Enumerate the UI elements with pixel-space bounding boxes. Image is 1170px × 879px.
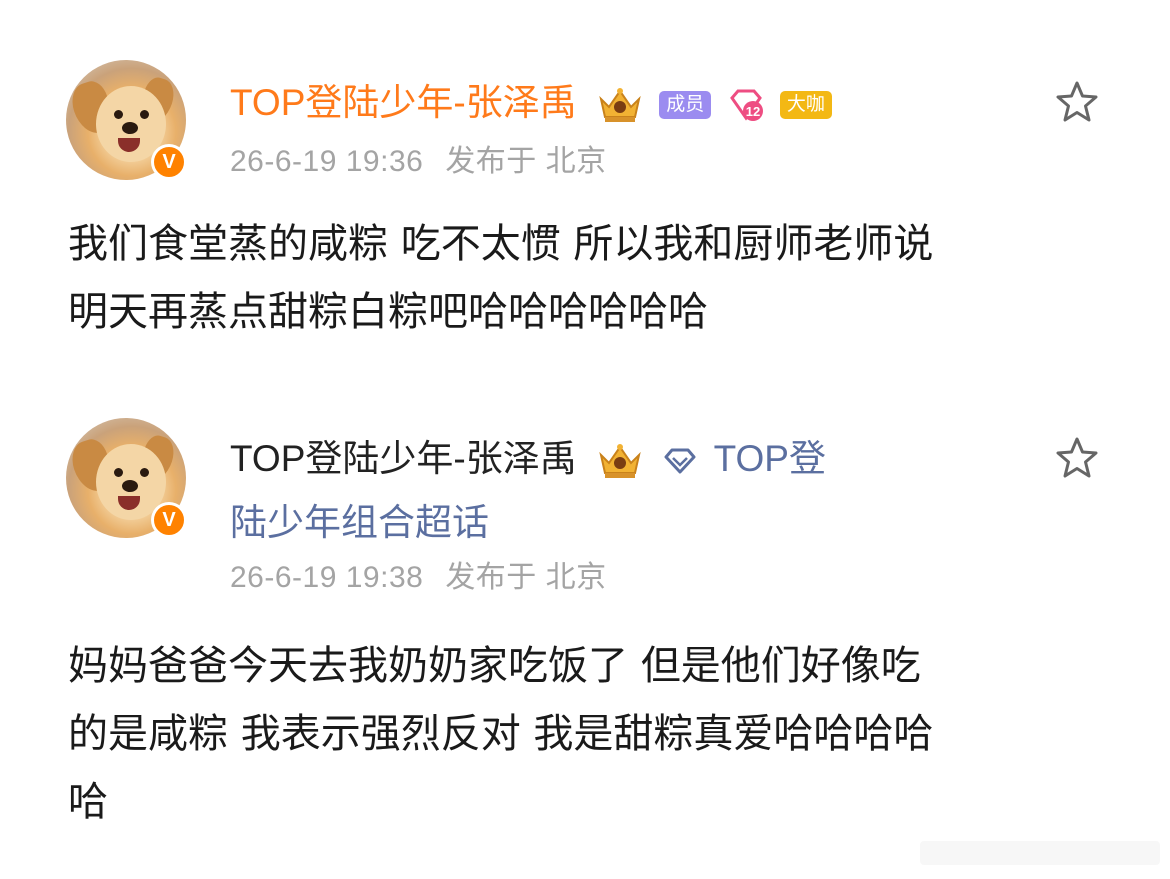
post-body-line: 的是咸粽 我表示强烈反对 我是甜粽真爱哈哈哈哈: [68, 711, 934, 757]
svg-text:12: 12: [745, 104, 759, 119]
crown-badge-icon[interactable]: [597, 85, 643, 125]
post-body-line: 哈: [68, 779, 108, 825]
crown-badge-icon[interactable]: [597, 441, 643, 481]
location: 发布于 北京: [445, 561, 607, 594]
star-icon[interactable]: [1054, 436, 1100, 480]
gem-level-icon[interactable]: 12: [728, 88, 764, 122]
member-tag[interactable]: 成员: [659, 91, 712, 120]
watermark-mark: [920, 841, 1160, 865]
supertopic-link-continued[interactable]: 陆少年组合超话: [230, 492, 489, 546]
verified-badge-icon: V: [151, 502, 187, 538]
author-name-row: TOP登陆少年-张泽禹 TOP登: [230, 428, 826, 482]
location: 发布于 北京: [445, 145, 607, 178]
post-meta: 26-6-19 19:36 发布于 北京: [230, 136, 607, 180]
vip-tag[interactable]: 大咖: [779, 91, 832, 120]
supertopic-link[interactable]: TOP登: [714, 438, 826, 479]
post-body: 我们食堂蒸的咸粽 吃不太惯 所以我和厨师老师说 明天再蒸点甜粽白粽吧哈哈哈哈哈哈: [68, 210, 1108, 346]
verified-badge-icon: V: [151, 144, 187, 180]
post-body: 妈妈爸爸今天去我奶奶家吃饭了 但是他们好像吃 的是咸粽 我表示强烈反对 我是甜粽…: [68, 632, 1108, 836]
post-body-line: 妈妈爸爸今天去我奶奶家吃饭了 但是他们好像吃: [68, 643, 921, 689]
author-name[interactable]: TOP登陆少年-张泽禹: [230, 438, 577, 479]
star-icon[interactable]: [1054, 80, 1100, 124]
author-name-row: TOP登陆少年-张泽禹 成员 12 大咖: [230, 72, 832, 126]
post-body-line: 明天再蒸点甜粽白粽吧哈哈哈哈哈哈: [68, 289, 708, 335]
post-meta: 26-6-19 19:38 发布于 北京: [230, 552, 607, 596]
post-body-line: 我们食堂蒸的咸粽 吃不太惯 所以我和厨师老师说: [68, 221, 934, 267]
timestamp: 26-6-19 19:38: [230, 561, 424, 594]
author-name[interactable]: TOP登陆少年-张泽禹: [230, 82, 577, 123]
timestamp: 26-6-19 19:36: [230, 145, 424, 178]
diamond-topic-icon[interactable]: [663, 448, 697, 474]
